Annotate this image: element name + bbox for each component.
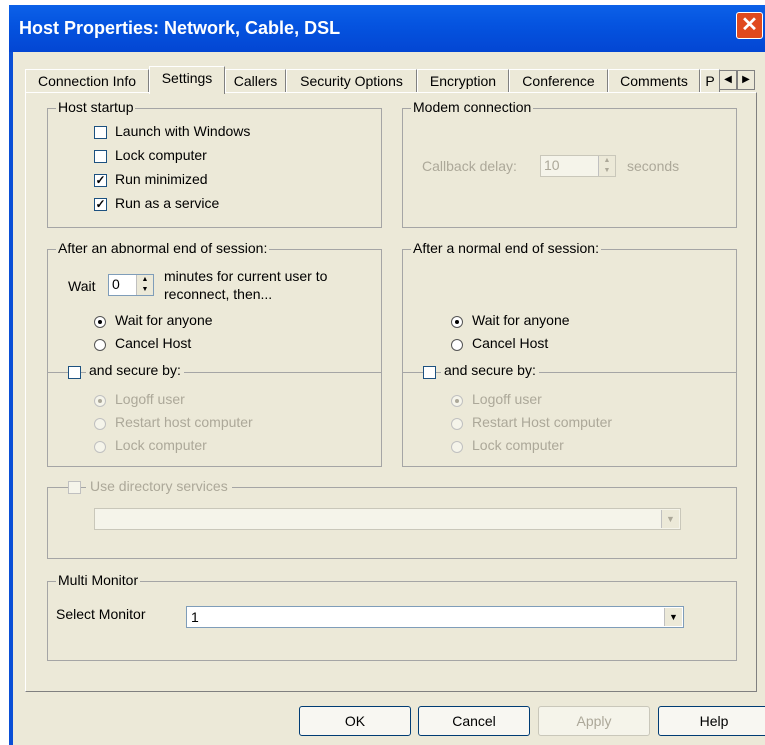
host-startup-title: Host startup bbox=[56, 99, 136, 115]
modem-connection-group: Modem connection Callback delay: 10 ▲ ▼ s… bbox=[402, 99, 737, 228]
callback-delay-label: Callback delay: bbox=[422, 158, 517, 174]
tab-conference[interactable]: Conference bbox=[509, 69, 608, 93]
abnormal-lock-radio[interactable] bbox=[94, 441, 106, 453]
tab-partial[interactable]: P bbox=[700, 69, 720, 93]
abnormal-restart-label: Restart host computer bbox=[115, 414, 253, 430]
abnormal-logoff-user-label: Logoff user bbox=[115, 391, 185, 407]
run-as-service-label: Run as a service bbox=[115, 195, 220, 211]
cancel-button[interactable]: Cancel bbox=[418, 706, 530, 736]
callback-delay-value: 10 bbox=[544, 157, 560, 173]
tab-encryption[interactable]: Encryption bbox=[417, 69, 509, 93]
normal-lock-label: Lock computer bbox=[472, 437, 564, 453]
abnormal-restart-radio[interactable] bbox=[94, 418, 106, 430]
chevron-down-icon[interactable]: ▼ bbox=[664, 608, 682, 626]
modem-connection-title: Modem connection bbox=[411, 99, 534, 115]
normal-end-title: After a normal end of session: bbox=[411, 240, 601, 256]
normal-restart-label: Restart Host computer bbox=[472, 414, 613, 430]
use-directory-services-label: Use directory services bbox=[86, 478, 232, 494]
abnormal-secure-by-label: and secure by: bbox=[86, 362, 184, 378]
abnormal-wait-for-anyone-radio[interactable] bbox=[94, 316, 106, 328]
multi-monitor-group: Multi Monitor Select Monitor 1 ▼ bbox=[47, 572, 737, 661]
use-directory-services-checkbox[interactable] bbox=[68, 481, 81, 494]
tab-scroll-right-icon[interactable]: ▶ bbox=[737, 70, 755, 90]
tab-comments[interactable]: Comments bbox=[608, 69, 700, 93]
select-monitor-combo[interactable]: 1 ▼ bbox=[186, 606, 684, 628]
normal-cancel-host-radio[interactable] bbox=[451, 339, 463, 351]
seconds-label: seconds bbox=[627, 158, 680, 174]
minutes-line-1: minutes for current user to bbox=[164, 268, 328, 284]
normal-restart-radio[interactable] bbox=[451, 418, 463, 430]
abnormal-end-title: After an abnormal end of session: bbox=[56, 240, 270, 256]
normal-wait-for-anyone-radio[interactable] bbox=[451, 316, 463, 328]
normal-secure-by-label: and secure by: bbox=[441, 362, 539, 378]
run-as-service-checkbox[interactable]: ✓ bbox=[94, 198, 107, 211]
chevron-down-icon[interactable]: ▼ bbox=[661, 510, 679, 528]
abnormal-end-group: After an abnormal end of session: Wait 0… bbox=[47, 240, 382, 467]
apply-button[interactable]: Apply bbox=[538, 706, 650, 736]
title-bar[interactable]: Host Properties: Network, Cable, DSL ✕ bbox=[9, 5, 765, 52]
callback-delay-spinner[interactable]: 10 ▲ ▼ bbox=[540, 155, 616, 177]
normal-cancel-host-label: Cancel Host bbox=[472, 335, 549, 351]
normal-lock-radio[interactable] bbox=[451, 441, 463, 453]
window-title: Host Properties: Network, Cable, DSL bbox=[19, 18, 341, 38]
abnormal-cancel-host-radio[interactable] bbox=[94, 339, 106, 351]
normal-logoff-user-radio[interactable] bbox=[451, 395, 463, 407]
tab-connection-info[interactable]: Connection Info bbox=[25, 69, 149, 93]
directory-services-combo[interactable]: ▼ bbox=[94, 508, 681, 530]
host-startup-group: Host startup Launch with Windows Lock co… bbox=[47, 99, 382, 228]
select-monitor-label: Select Monitor bbox=[56, 606, 146, 622]
normal-secure-by-checkbox[interactable] bbox=[423, 366, 436, 379]
abnormal-wait-for-anyone-label: Wait for anyone bbox=[115, 312, 213, 328]
launch-with-windows-checkbox[interactable] bbox=[94, 126, 107, 139]
tab-security-options[interactable]: Security Options bbox=[286, 69, 417, 93]
abnormal-secure-by-checkbox[interactable] bbox=[68, 366, 81, 379]
wait-minutes-spinner[interactable]: 0 ▲ ▼ bbox=[108, 274, 154, 296]
run-minimized-checkbox[interactable]: ✓ bbox=[94, 174, 107, 187]
abnormal-logoff-user-radio[interactable] bbox=[94, 395, 106, 407]
spinner-arrows-icon[interactable]: ▲ ▼ bbox=[136, 275, 153, 295]
multi-monitor-title: Multi Monitor bbox=[56, 572, 141, 588]
directory-services-group: Use directory services ▼ bbox=[47, 478, 737, 559]
help-button[interactable]: Help bbox=[658, 706, 765, 736]
dialog-client: Connection Info Settings Callers Securit… bbox=[13, 52, 765, 745]
close-icon[interactable]: ✕ bbox=[736, 12, 763, 39]
launch-with-windows-label: Launch with Windows bbox=[115, 123, 251, 139]
normal-wait-for-anyone-label: Wait for anyone bbox=[472, 312, 570, 328]
tab-callers[interactable]: Callers bbox=[225, 69, 286, 93]
abnormal-lock-label: Lock computer bbox=[115, 437, 207, 453]
spinner-arrows-icon[interactable]: ▲ ▼ bbox=[598, 156, 615, 176]
lock-computer-checkbox[interactable] bbox=[94, 150, 107, 163]
normal-logoff-user-label: Logoff user bbox=[472, 391, 542, 407]
minutes-line-2: reconnect, then... bbox=[164, 286, 273, 302]
ok-button[interactable]: OK bbox=[299, 706, 411, 736]
run-minimized-label: Run minimized bbox=[115, 171, 208, 187]
tab-scroll-left-icon[interactable]: ◀ bbox=[719, 70, 737, 90]
host-properties-window: Host Properties: Network, Cable, DSL ✕ C… bbox=[9, 5, 765, 745]
select-monitor-value: 1 bbox=[191, 609, 199, 625]
tab-settings[interactable]: Settings bbox=[149, 66, 225, 94]
settings-panel: Host startup Launch with Windows Lock co… bbox=[25, 92, 757, 692]
lock-computer-label: Lock computer bbox=[115, 147, 207, 163]
abnormal-cancel-host-label: Cancel Host bbox=[115, 335, 192, 351]
wait-label: Wait bbox=[68, 278, 96, 294]
normal-end-group: After a normal end of session: Wait for … bbox=[402, 240, 737, 467]
wait-minutes-value: 0 bbox=[112, 276, 120, 292]
